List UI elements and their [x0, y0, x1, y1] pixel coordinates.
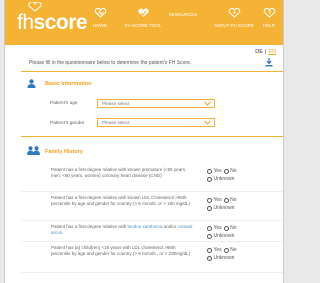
- chevron-down-icon: [204, 120, 211, 125]
- question-relative-ldl: Patient has a first-degree relative with…: [51, 195, 190, 207]
- nav-help[interactable]: HELP: [257, 8, 281, 29]
- age-label: Patient's age: [50, 101, 78, 106]
- logo-text-light: fh: [17, 11, 34, 34]
- radio-yes[interactable]: Yes: [207, 197, 222, 204]
- radio-no[interactable]: No: [223, 247, 237, 254]
- nav-fh-score-tool-label: FH SCORE TOOL: [124, 23, 162, 28]
- row-divider: [21, 241, 283, 242]
- lang-en[interactable]: EN: [268, 49, 276, 55]
- radio-unknown[interactable]: Unknown: [207, 233, 234, 240]
- radio-yes[interactable]: Yes: [207, 168, 222, 175]
- language-switcher: DE | EN: [255, 49, 276, 55]
- radio-yes[interactable]: Yes: [207, 225, 222, 232]
- logo-text-bold: score: [33, 11, 88, 34]
- download-icon[interactable]: [265, 58, 273, 67]
- radio-no[interactable]: No: [223, 197, 237, 204]
- nav-hrwd-label: HRWD: [93, 23, 107, 28]
- tendon-xanthoma-link[interactable]: tendon xanthoma: [128, 224, 163, 229]
- top-navigation: fhscore HRWD FH SCORE TOOL RESOURCES ABO…: [5, 0, 283, 45]
- radio-unknown[interactable]: Unknown: [207, 205, 234, 212]
- nav-hrwd[interactable]: HRWD: [83, 8, 117, 29]
- age-select[interactable]: Please select: [97, 99, 215, 108]
- family-icon: [27, 146, 40, 155]
- nav-resources-label: RESOURCES: [168, 12, 198, 17]
- section-divider: [21, 136, 283, 137]
- basic-information-title: Basic Information: [45, 81, 92, 87]
- radio-no[interactable]: No: [223, 225, 237, 232]
- row-divider: [21, 272, 283, 273]
- heart-help-icon: [263, 8, 275, 18]
- question-xanthoma: Patient has a first-degree relative with…: [51, 224, 193, 236]
- nav-about-label: ABOUT FH SCORE: [214, 23, 254, 28]
- heart-info-icon: [228, 8, 240, 18]
- lang-de[interactable]: DE: [255, 49, 263, 55]
- radio-group-q2: Yes No Unknown: [207, 197, 239, 214]
- nav-help-label: HELP: [263, 23, 275, 28]
- lang-separator: |: [264, 49, 267, 55]
- radio-yes[interactable]: Yes: [207, 247, 222, 254]
- nav-about-fh-score[interactable]: ABOUT FH SCORE: [210, 8, 258, 29]
- radio-unknown[interactable]: Unknown: [207, 255, 234, 262]
- radio-no[interactable]: No: [223, 168, 237, 175]
- person-icon: [27, 79, 36, 88]
- family-history-title: Family History: [45, 149, 83, 155]
- radio-group-q3: Yes No Unknown: [207, 225, 239, 242]
- fh-score-logo[interactable]: fhscore: [17, 8, 88, 38]
- gender-select[interactable]: Please select: [97, 118, 215, 127]
- nav-resources[interactable]: RESOURCES: [163, 12, 203, 18]
- radio-group-q1: Yes No Unknown: [207, 168, 239, 185]
- section-divider: [21, 71, 283, 72]
- row-divider: [21, 191, 283, 192]
- question-child-ldl: Patient has (a) child(ren) <18 years wit…: [51, 245, 191, 257]
- gender-select-value: Please select: [102, 120, 130, 125]
- radio-group-q4: Yes No Unknown: [207, 247, 239, 264]
- intro-text: Please fill in the questionnaire below t…: [29, 60, 192, 66]
- page-frame: fhscore HRWD FH SCORE TOOL RESOURCES ABO…: [4, 0, 284, 283]
- heart-check-icon: [137, 8, 149, 17]
- row-divider: [21, 220, 283, 221]
- radio-unknown[interactable]: Unknown: [207, 176, 234, 183]
- age-select-value: Please select: [102, 101, 130, 106]
- chevron-down-icon: [204, 101, 211, 106]
- question-premature-chd: Patient has a first-degree relative with…: [51, 167, 187, 179]
- heart-icon: [94, 8, 106, 18]
- gender-label: Patient's gender: [50, 121, 85, 126]
- nav-fh-score-tool[interactable]: FH SCORE TOOL: [116, 8, 170, 29]
